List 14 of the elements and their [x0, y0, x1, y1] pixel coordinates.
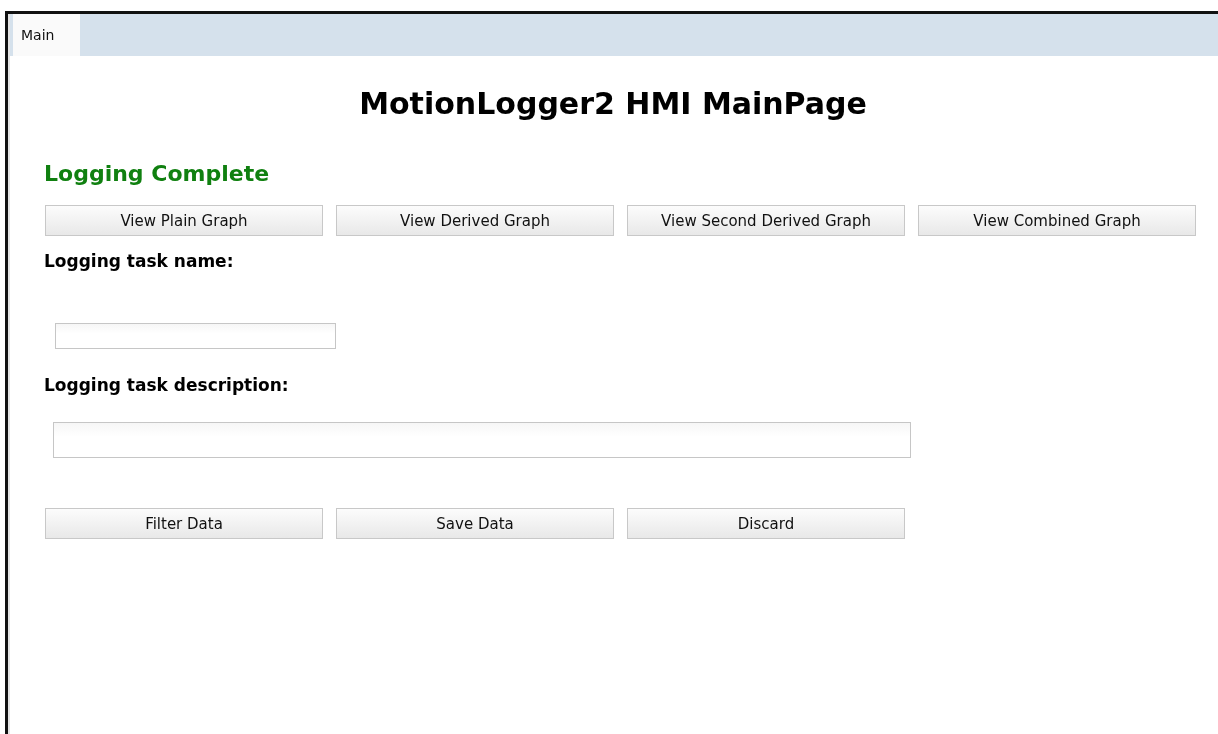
task-description-field[interactable] — [53, 422, 911, 458]
action-button[interactable]: Save Data — [336, 508, 614, 539]
task-name-field[interactable] — [55, 323, 336, 349]
status-text: Logging Complete — [44, 161, 270, 186]
action-button[interactable]: Discard — [627, 508, 905, 539]
main-tab[interactable]: Main — [13, 14, 80, 56]
graph-button[interactable]: View Plain Graph — [45, 205, 323, 236]
graph-button[interactable]: View Combined Graph — [918, 205, 1196, 236]
task-description-label: Logging task description: — [44, 375, 289, 395]
task-name-label: Logging task name: — [44, 251, 234, 271]
graph-button[interactable]: View Derived Graph — [336, 205, 614, 236]
page-title: MotionLogger2 HMI MainPage — [359, 86, 867, 121]
action-button[interactable]: Filter Data — [45, 508, 323, 539]
graph-button[interactable]: View Second Derived Graph — [627, 205, 905, 236]
